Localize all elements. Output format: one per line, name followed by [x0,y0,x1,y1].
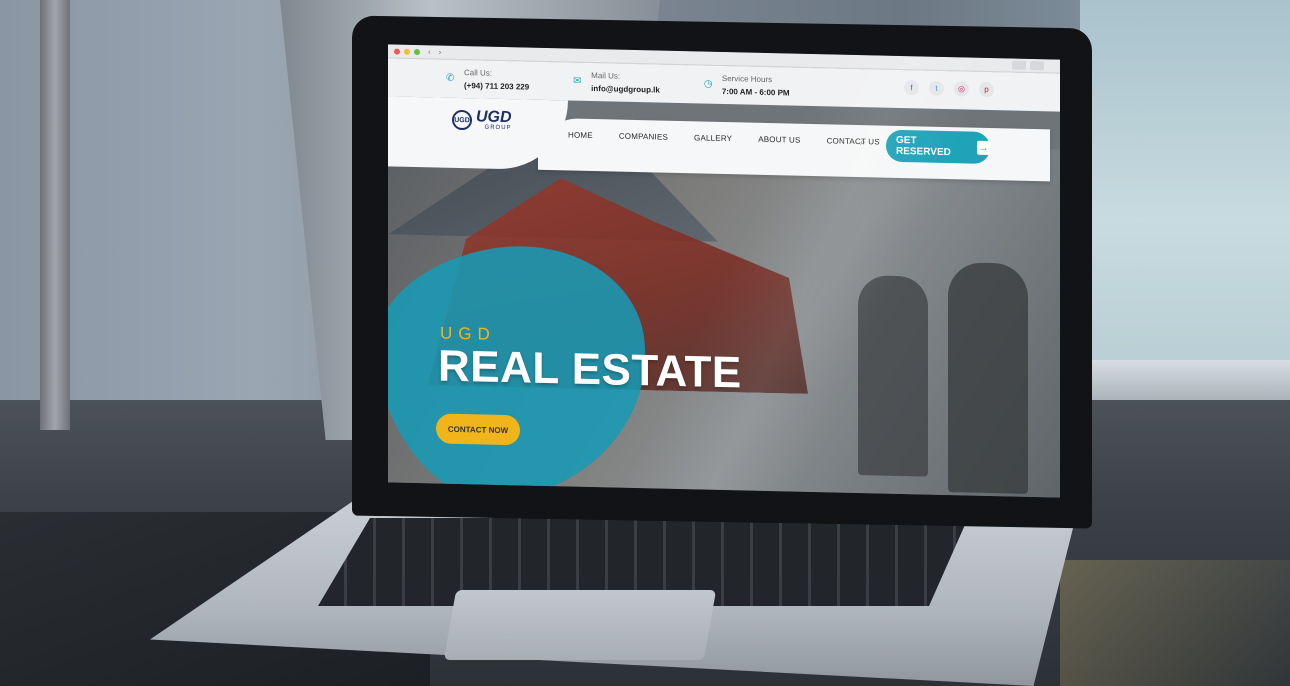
contact-now-label: CONTACT NOW [447,424,509,435]
tabs-icon[interactable] [1030,60,1044,71]
nav-about-us[interactable]: ABOUT US [758,135,800,145]
browser-actions [1012,60,1044,71]
laptop-touchpad [443,590,717,660]
share-icon[interactable] [1012,60,1026,70]
facebook-icon[interactable]: f [904,80,919,96]
hero-title: REAL ESTATE [438,341,742,398]
mail-value[interactable]: info@ugdgroup.lk [591,84,660,95]
person-silhouette [858,275,928,477]
get-reserved-button[interactable]: GET RESERVED → [886,129,990,165]
phone-icon: ✆ [446,72,455,84]
sill-reflection [1060,560,1290,686]
hours-info: ◷ Service Hours 7:00 AM - 6:00 PM [704,74,790,98]
laptop-screen: ‹ › ✆ Call Us: (+94) 711 203 229 ✉ Mail … [388,44,1060,498]
contact-now-button[interactable]: CONTACT NOW [436,413,520,446]
nav-contact-us[interactable]: CONTACT US [827,136,880,146]
call-info[interactable]: ✆ Call Us: (+94) 711 203 229 [446,68,529,91]
person-silhouette [948,262,1028,494]
search-icon[interactable]: ⌕ [860,137,866,148]
pinterest-icon[interactable]: p [979,81,994,98]
browser-back-icon[interactable]: ‹ [428,47,431,56]
nav-gallery[interactable]: GALLERY [694,133,732,143]
call-value[interactable]: (+94) 711 203 229 [464,81,529,91]
instagram-icon[interactable]: ◎ [954,81,969,97]
social-links: f t ◎ p [904,80,994,98]
window-minimize-dot[interactable] [404,48,410,55]
hours-label: Service Hours [721,73,773,85]
twitter-icon[interactable]: t [929,80,944,96]
window-close-dot[interactable] [394,48,400,55]
window-light [1080,0,1290,400]
clock-icon: ◷ [703,78,713,90]
mail-label: Mail Us: [591,70,621,81]
window-maximize-dot[interactable] [414,48,420,55]
browser-forward-icon[interactable]: › [439,47,442,56]
nav-home[interactable]: HOME [568,130,593,140]
hours-value: 7:00 AM - 6:00 PM [721,86,790,98]
arrow-right-icon: → [976,140,990,156]
ugd-logo[interactable]: UGD UGD GROUP [452,108,512,131]
get-reserved-label: GET RESERVED [896,134,951,159]
mail-icon: ✉ [573,75,582,87]
call-label: Call Us: [464,68,493,78]
nav-companies[interactable]: COMPANIES [619,132,668,142]
logo-wordmark: UGD [476,108,512,127]
logo-seal: UGD [452,109,472,131]
mail-info[interactable]: ✉ Mail Us: info@ugdgroup.lk [573,71,660,95]
plant-stand [40,0,70,430]
window-frame [1070,360,1290,400]
